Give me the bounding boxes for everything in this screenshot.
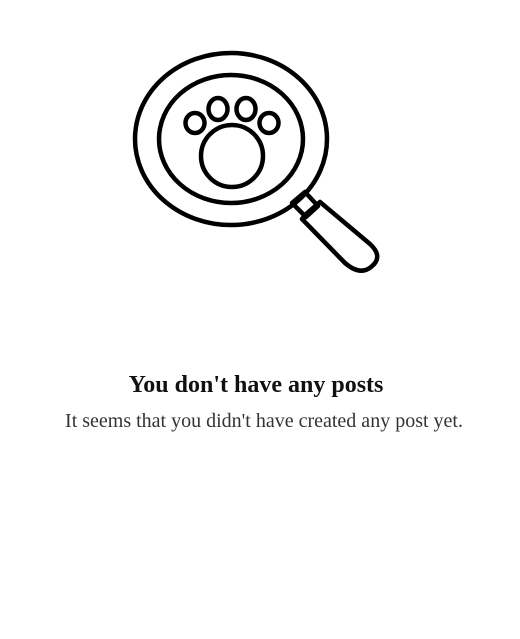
magnifier-paw-icon xyxy=(132,50,380,273)
empty-state-subtitle: It seems that you didn't have created an… xyxy=(65,410,463,432)
empty-state-title: You don't have any posts xyxy=(128,372,384,398)
